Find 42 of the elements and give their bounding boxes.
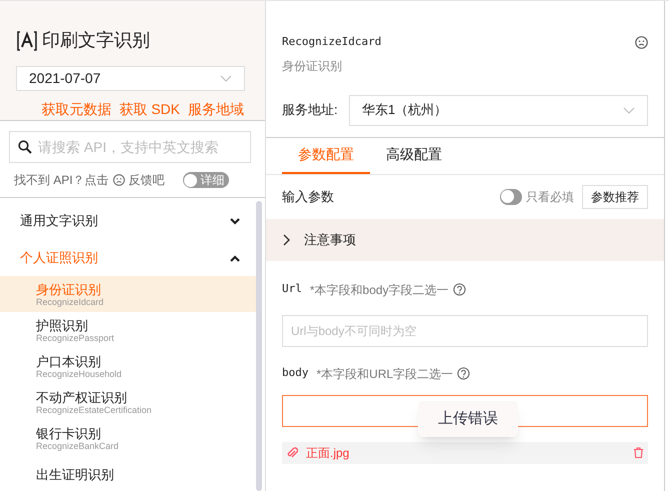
error-tooltip: 上传错误 <box>418 400 518 437</box>
caret-icon <box>623 106 635 114</box>
api-item[interactable]: 不动产权证识别 RecognizeEstateCertification <box>0 384 256 420</box>
trash-icon[interactable] <box>633 447 644 458</box>
field-note: *本字段和body字段二选一 <box>310 282 449 298</box>
endpoint-select[interactable]: 华东1（杭州） <box>349 94 648 126</box>
api-item[interactable]: 银行卡识别 RecognizeBankCard <box>0 420 256 456</box>
feedback-text: 找不到 API？点击 <box>14 172 109 189</box>
required-only-toggle[interactable] <box>500 188 522 204</box>
endpoint-label: 服务地址: <box>282 101 339 120</box>
section-title: 输入参数 <box>282 188 334 206</box>
sad-face-icon[interactable] <box>635 36 648 49</box>
chevron-up-icon <box>229 254 241 262</box>
notice-row[interactable]: 注意事项 <box>266 218 664 260</box>
field-name: Url <box>282 281 302 298</box>
field-name: body <box>282 365 308 382</box>
sad-face-icon[interactable] <box>112 174 125 186</box>
search-field[interactable]: 请搜索 API，支持中英文搜索 <box>9 131 251 163</box>
search-icon <box>18 140 32 154</box>
recommend-button[interactable]: 参数推荐 <box>582 184 648 208</box>
api-subtitle: 身份证识别 <box>282 58 343 74</box>
file-name: 正面.jpg <box>306 444 350 462</box>
api-item[interactable]: 出生证明识别 <box>0 456 256 491</box>
api-name: RecognizeIdcard <box>282 34 382 50</box>
paperclip-icon <box>286 446 298 458</box>
field-note: *本字段和URL字段二选一 <box>316 366 454 382</box>
version-select[interactable]: 2021-07-07 <box>16 66 245 91</box>
product-title: 印刷文字识别 <box>42 29 150 52</box>
help-icon[interactable] <box>457 367 470 380</box>
scrollbar[interactable] <box>256 201 262 491</box>
api-item[interactable]: 护照识别 RecognizePassport <box>0 312 256 348</box>
url-field[interactable]: Url与body不可同时为空 <box>282 314 648 346</box>
api-item[interactable]: 户口本识别 RecognizeHousehold <box>0 348 256 384</box>
chevron-down-icon <box>229 216 241 224</box>
chevron-right-icon <box>282 234 290 246</box>
feedback-link[interactable]: 反馈吧 <box>128 171 165 189</box>
tab[interactable]: 高级配置 <box>370 138 458 174</box>
category-item[interactable]: 通用文字识别 <box>0 202 256 239</box>
toggle-label: 只看必填 <box>526 188 574 206</box>
text-recognition-icon <box>16 30 38 52</box>
help-icon[interactable] <box>452 283 466 296</box>
caret-icon <box>220 75 232 82</box>
